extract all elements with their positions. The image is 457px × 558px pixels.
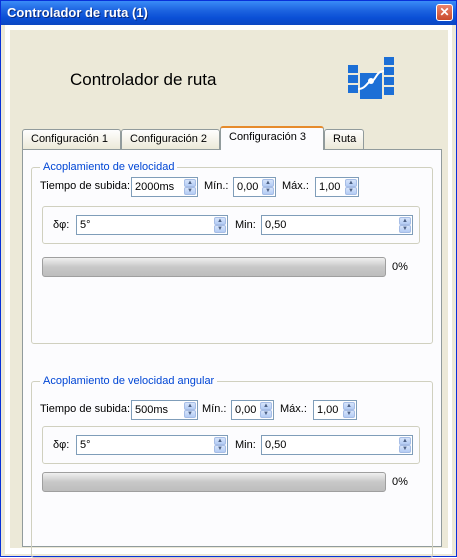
spin-up-icon[interactable]: ▲ <box>260 402 272 410</box>
group-title: Acoplamiento de velocidad angular <box>40 375 218 387</box>
max-spinner[interactable]: 1,00 ▲ ▼ <box>313 400 357 420</box>
path-controller-icon <box>348 57 394 99</box>
max-spinner[interactable]: 1,00 ▲ ▼ <box>315 177 359 197</box>
max-value: 1,00 <box>317 404 339 416</box>
min-label: Mín.: <box>204 180 229 192</box>
dphi-spinner[interactable]: 5° ▲ ▼ <box>76 215 228 235</box>
spin-down-icon[interactable]: ▼ <box>343 410 355 418</box>
close-button[interactable]: ✕ <box>436 4 453 21</box>
dphi-value: 5° <box>80 219 91 231</box>
page-title: Controlador de ruta <box>70 70 217 89</box>
tab-label: Configuración 1 <box>31 133 109 145</box>
tab-label: Configuración 3 <box>229 131 307 143</box>
spin-up-icon[interactable]: ▲ <box>343 402 355 410</box>
group-title: Acoplamiento de velocidad <box>40 161 178 173</box>
min-spinner[interactable]: 0,00 ▲ ▼ <box>233 177 276 197</box>
dphi-spinner[interactable]: 5° ▲ ▼ <box>76 435 228 455</box>
dphi-box: δφ: 5° ▲ ▼ Min: 0,50 ▲ ▼ <box>42 206 420 244</box>
rise-time-value: 500ms <box>135 404 169 416</box>
min2-spinner[interactable]: 0,50 ▲ ▼ <box>261 435 413 455</box>
spin-down-icon[interactable]: ▼ <box>184 410 196 418</box>
angular-velocity-coupling-group: Acoplamiento de velocidad angular Tiempo… <box>31 375 433 558</box>
title-bar[interactable]: Controlador de ruta (1) ✕ <box>1 1 456 25</box>
min2-spinner[interactable]: 0,50 ▲ ▼ <box>261 215 413 235</box>
min-spinner[interactable]: 0,00 ▲ ▼ <box>231 400 274 420</box>
spin-up-icon[interactable]: ▲ <box>399 437 411 445</box>
dphi-box: δφ: 5° ▲ ▼ Min: 0,50 ▲ ▼ <box>42 426 420 464</box>
spin-down-icon[interactable]: ▼ <box>214 225 226 233</box>
spin-up-icon[interactable]: ▲ <box>214 217 226 225</box>
spin-up-icon[interactable]: ▲ <box>399 217 411 225</box>
rise-time-spinner[interactable]: 2000ms ▲ ▼ <box>131 177 198 197</box>
progress-label: 0% <box>392 476 408 488</box>
spin-up-icon[interactable]: ▲ <box>262 179 274 187</box>
rise-time-spinner[interactable]: 500ms ▲ ▼ <box>131 400 198 420</box>
velocity-coupling-group: Acoplamiento de velocidad Tiempo de subi… <box>31 161 433 344</box>
spin-down-icon[interactable]: ▼ <box>184 187 196 195</box>
min-value: 0,00 <box>237 181 259 193</box>
progress-bar <box>42 472 386 492</box>
tab-panel: Acoplamiento de velocidad Tiempo de subi… <box>22 149 442 558</box>
tab-label: Configuración 2 <box>130 133 208 145</box>
spin-down-icon[interactable]: ▼ <box>214 445 226 453</box>
dialog-window: Controlador de ruta (1) ✕ Controlador de… <box>0 0 457 558</box>
dphi-value: 5° <box>80 439 91 451</box>
max-label: Máx.: <box>280 403 307 415</box>
spin-up-icon[interactable]: ▲ <box>345 179 357 187</box>
tab-configuracion-2[interactable]: Configuración 2 <box>121 129 220 149</box>
min2-label: Min: <box>235 439 256 451</box>
spin-down-icon[interactable]: ▼ <box>399 445 411 453</box>
spin-down-icon[interactable]: ▼ <box>399 225 411 233</box>
min-value: 0,00 <box>235 404 257 416</box>
spin-down-icon[interactable]: ▼ <box>262 187 274 195</box>
tab-label: Ruta <box>333 133 357 145</box>
spin-up-icon[interactable]: ▲ <box>214 437 226 445</box>
dphi-label: δφ: <box>53 219 70 231</box>
min2-value: 0,50 <box>265 219 287 231</box>
spin-down-icon[interactable]: ▼ <box>260 410 272 418</box>
spin-down-icon[interactable]: ▼ <box>345 187 357 195</box>
client-area: Controlador de ruta Configuración 1 Conf… <box>5 25 452 558</box>
close-icon: ✕ <box>439 5 450 19</box>
tab-configuracion-1[interactable]: Configuración 1 <box>22 129 121 149</box>
max-label: Máx.: <box>282 180 309 192</box>
min2-value: 0,50 <box>265 439 287 451</box>
min-label: Mín.: <box>202 403 227 415</box>
tab-configuracion-3[interactable]: Configuración 3 <box>220 126 324 150</box>
dialog-body: Controlador de ruta Configuración 1 Conf… <box>9 29 449 558</box>
max-value: 1,00 <box>319 181 341 193</box>
window-title: Controlador de ruta (1) <box>7 5 148 20</box>
spin-up-icon[interactable]: ▲ <box>184 402 196 410</box>
dphi-label: δφ: <box>53 439 70 451</box>
progress-bar <box>42 257 386 277</box>
tab-ruta[interactable]: Ruta <box>324 129 364 149</box>
spin-up-icon[interactable]: ▲ <box>184 179 196 187</box>
rise-time-label: Tiempo de subida: <box>40 403 131 415</box>
progress-label: 0% <box>392 261 408 273</box>
rise-time-value: 2000ms <box>135 181 175 193</box>
min2-label: Min: <box>235 219 256 231</box>
rise-time-label: Tiempo de subida: <box>40 180 131 192</box>
